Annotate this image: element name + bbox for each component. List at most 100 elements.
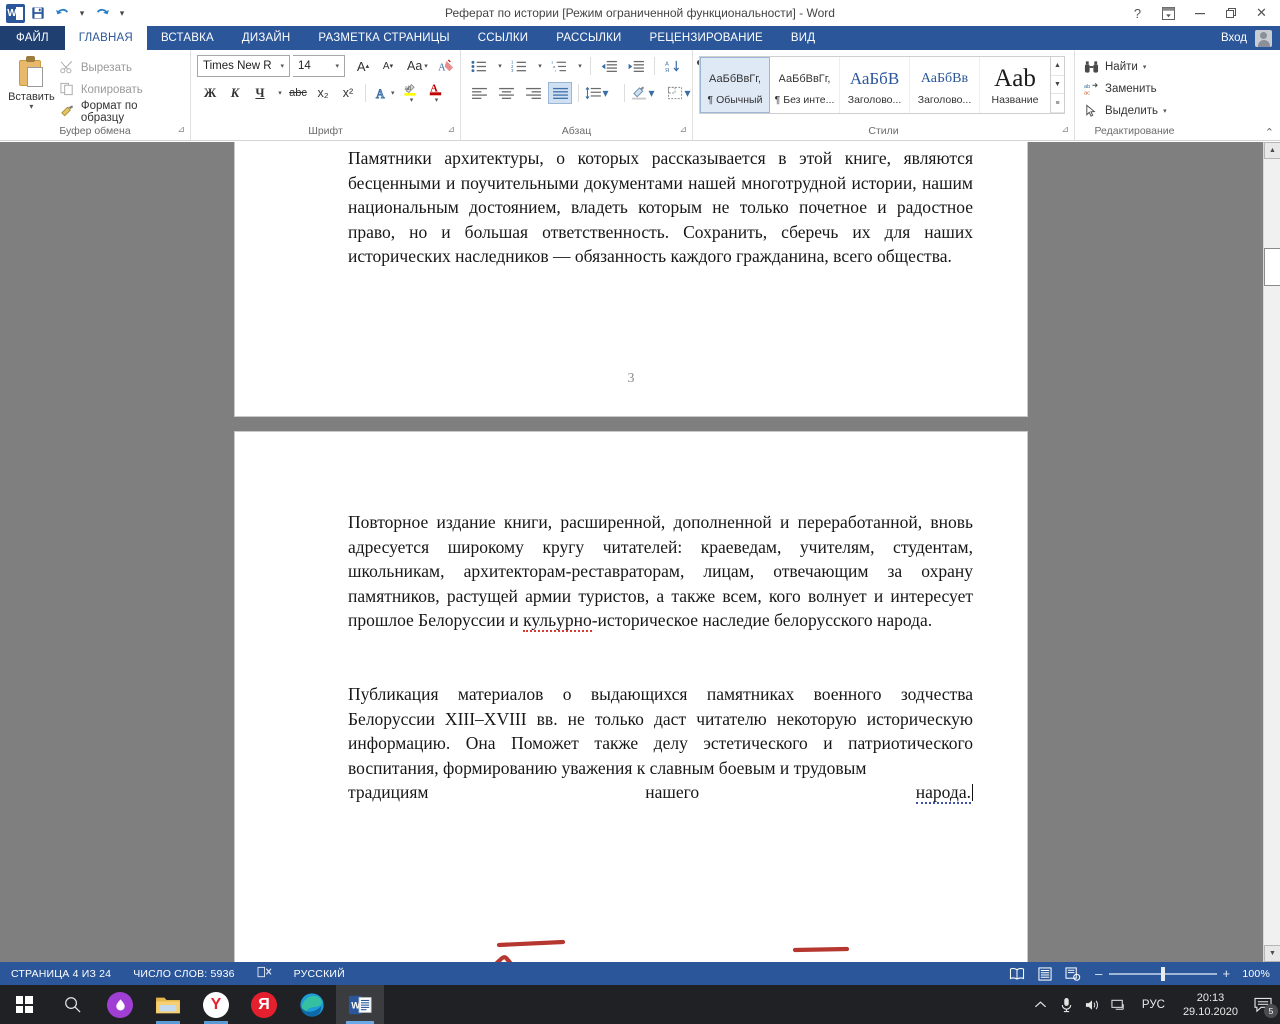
paste-dropdown-icon[interactable]: ▾ (29, 103, 33, 111)
speaker-icon[interactable] (1080, 985, 1106, 1024)
font-color-button[interactable]: A ▾ (425, 82, 447, 104)
chevron-up-icon[interactable] (1028, 985, 1054, 1024)
language-indicator[interactable]: РУССКИЙ (283, 968, 356, 980)
zoom-thumb[interactable] (1161, 967, 1165, 981)
find-button[interactable]: Найти ▾ (1081, 56, 1149, 78)
restore-button[interactable] (1216, 1, 1245, 25)
select-button[interactable]: Выделить ▾ (1081, 100, 1170, 122)
sort-button[interactable]: AЯ (661, 55, 685, 77)
style-item-heading1[interactable]: АаБбВ Заголово... (840, 57, 910, 113)
word-count[interactable]: ЧИСЛО СЛОВ: 5936 (122, 968, 245, 980)
align-justify-button[interactable] (548, 82, 572, 104)
chevron-down-icon[interactable]: ▾ (277, 62, 287, 70)
text-effects-button[interactable]: A ▾ (372, 82, 397, 104)
underline-button[interactable]: Ч (249, 82, 271, 104)
font-name-combo[interactable]: Times New R ▾ (197, 55, 290, 77)
clipboard-dialog-launcher[interactable]: ⊿ (177, 124, 185, 135)
document-page-3[interactable]: Памятники архитектуры, о которых рассказ… (234, 142, 1028, 417)
paste-button[interactable]: Вставить ▾ (6, 54, 57, 111)
user-avatar-icon[interactable] (1255, 30, 1272, 47)
highlight-button[interactable]: ab ▾ (400, 82, 422, 104)
redo-icon[interactable] (91, 2, 113, 24)
undo-icon[interactable] (51, 2, 73, 24)
paragraph-dialog-launcher[interactable]: ⊿ (679, 124, 687, 135)
style-item-normal[interactable]: АаБбВвГг, ¶ Обычный (700, 57, 770, 113)
customize-quick-access-icon[interactable]: ▾ (115, 2, 129, 24)
tab-home[interactable]: ГЛАВНАЯ (65, 26, 147, 50)
zoom-out-button[interactable]: – (1095, 966, 1102, 981)
style-item-heading2[interactable]: АаБбВв Заголово... (910, 57, 980, 113)
clock[interactable]: 20:13 29.10.2020 (1175, 991, 1246, 1019)
shading-button[interactable]: ▾ (631, 82, 655, 104)
tab-layout[interactable]: РАЗМЕТКА СТРАНИЦЫ (304, 26, 463, 50)
styles-gallery[interactable]: АаБбВвГг, ¶ Обычный АаБбВвГг, ¶ Без инте… (699, 56, 1051, 114)
grow-font-button[interactable]: A▴ (352, 55, 374, 77)
shading-dropdown-icon[interactable] (658, 82, 664, 104)
document-canvas[interactable]: Памятники архитектуры, о которых рассказ… (0, 142, 1280, 962)
zoom-in-button[interactable]: + (1223, 966, 1231, 981)
word-taskbar-icon[interactable]: W (336, 985, 384, 1024)
web-layout-icon[interactable] (1059, 963, 1087, 985)
minimize-button[interactable] (1185, 1, 1214, 25)
styles-gallery-scroll[interactable]: ▲ ▼ ≡ (1051, 56, 1065, 114)
ribbon-display-options-icon[interactable] (1154, 1, 1183, 25)
styles-scroll-up-icon[interactable]: ▲ (1051, 57, 1064, 76)
bullets-button[interactable] (467, 55, 491, 77)
page-indicator[interactable]: СТРАНИЦА 4 ИЗ 24 (0, 968, 122, 980)
file-explorer-icon[interactable] (144, 985, 192, 1024)
signin-link[interactable]: Вход (1221, 32, 1247, 44)
print-layout-icon[interactable] (1031, 963, 1059, 985)
font-dialog-launcher[interactable]: ⊿ (447, 124, 455, 135)
increase-indent-button[interactable] (624, 55, 648, 77)
font-size-combo[interactable]: 14 ▾ (293, 55, 345, 77)
shrink-font-button[interactable]: A▾ (377, 55, 399, 77)
line-spacing-dropdown-icon[interactable] (612, 82, 618, 104)
cut-button[interactable]: Вырезать (57, 58, 184, 77)
chevron-down-icon[interactable]: ▾ (332, 62, 342, 70)
styles-dialog-launcher[interactable]: ⊿ (1061, 124, 1069, 135)
decrease-indent-button[interactable] (597, 55, 621, 77)
copy-button[interactable]: Копировать (57, 80, 184, 99)
yandex-browser-icon[interactable]: Y (192, 985, 240, 1024)
line-spacing-button[interactable]: ▾ (585, 82, 609, 104)
scrollbar-thumb[interactable] (1264, 248, 1280, 286)
microsoft-edge-icon[interactable] (288, 985, 336, 1024)
borders-button[interactable]: ▾ (667, 82, 691, 104)
windows-start-icon[interactable] (0, 985, 48, 1024)
styles-more-icon[interactable]: ≡ (1051, 94, 1064, 113)
proofing-errors-icon[interactable] (246, 966, 283, 982)
undo-dropdown-icon[interactable]: ▾ (75, 2, 89, 24)
style-item-title[interactable]: Aab Название (980, 57, 1050, 113)
multilevel-list-button[interactable]: 1ai (547, 55, 571, 77)
tab-mailings[interactable]: РАССЫЛКИ (542, 26, 635, 50)
scroll-up-icon[interactable]: ▲ (1264, 142, 1280, 159)
format-painter-button[interactable]: Формат по образцу (57, 102, 184, 121)
read-mode-icon[interactable] (1003, 963, 1031, 985)
save-icon[interactable] (27, 2, 49, 24)
input-language-indicator[interactable]: РУС (1132, 999, 1175, 1011)
align-right-button[interactable] (521, 82, 545, 104)
strikethrough-button[interactable]: abc (287, 82, 309, 104)
collapse-ribbon-icon[interactable]: ⌃ (1265, 126, 1274, 139)
network-icon[interactable] (1106, 985, 1132, 1024)
multilevel-dropdown-icon[interactable]: ▾ (574, 55, 584, 77)
bullets-dropdown-icon[interactable]: ▾ (494, 55, 504, 77)
tab-design[interactable]: ДИЗАЙН (228, 26, 304, 50)
zoom-level[interactable]: 100% (1238, 968, 1280, 980)
change-case-button[interactable]: Aa▾ (405, 55, 430, 77)
italic-button[interactable]: К (224, 82, 246, 104)
close-button[interactable]: ✕ (1247, 1, 1276, 25)
tab-review[interactable]: РЕЦЕНЗИРОВАНИЕ (636, 26, 777, 50)
underline-dropdown-icon[interactable]: ▾ (274, 82, 284, 104)
word-app-icon[interactable]: W (6, 4, 25, 23)
numbering-button[interactable]: 123 (507, 55, 531, 77)
scroll-down-icon[interactable]: ▼ (1264, 945, 1280, 962)
bold-button[interactable]: Ж (199, 82, 221, 104)
subscript-button[interactable]: x₂ (312, 82, 334, 104)
numbering-dropdown-icon[interactable]: ▾ (534, 55, 544, 77)
replace-button[interactable]: abac Заменить (1081, 78, 1160, 100)
notification-icon[interactable]: 5 (1246, 985, 1280, 1024)
document-page-4[interactable]: Повторное издание книги, расширенной, до… (234, 431, 1028, 962)
styles-scroll-down-icon[interactable]: ▼ (1051, 76, 1064, 95)
align-left-button[interactable] (467, 82, 491, 104)
